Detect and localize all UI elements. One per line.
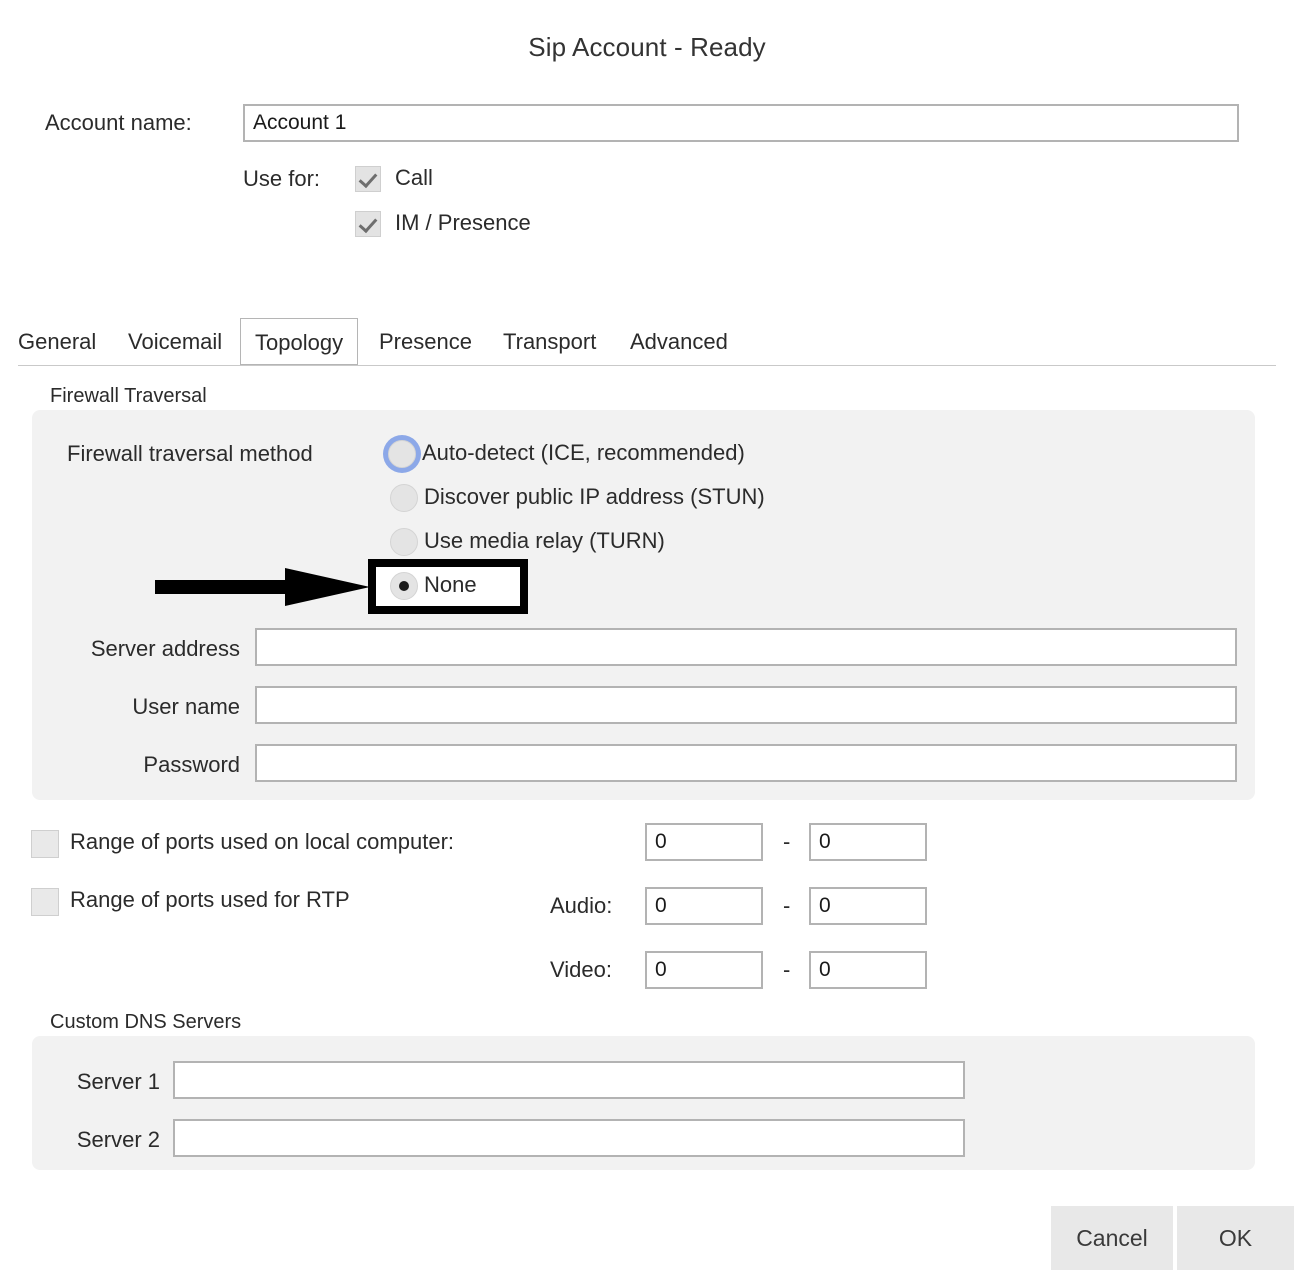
audio-label: Audio:: [550, 893, 613, 918]
radio-auto-detect-icon[interactable]: [388, 440, 416, 468]
user-name-label: User name: [132, 694, 240, 719]
checkbox-im-presence-icon[interactable]: [355, 211, 381, 237]
video-port-to-input[interactable]: [809, 951, 927, 989]
user-name-input[interactable]: [255, 686, 1237, 724]
radio-none-label: None: [424, 572, 477, 597]
radio-auto-detect-label: Auto-detect (ICE, recommended): [422, 440, 745, 465]
tab-topology[interactable]: Topology: [240, 318, 359, 365]
tab-separator-line: [18, 365, 1276, 366]
video-label: Video:: [550, 957, 612, 982]
radio-stun-icon[interactable]: [390, 484, 418, 512]
dns-server-2-label: Server 2: [76, 1127, 160, 1152]
annotation-arrow-icon: [155, 568, 370, 606]
tab-advanced[interactable]: Advanced: [630, 318, 728, 365]
checkbox-call-icon[interactable]: [355, 166, 381, 192]
audio-port-to-input[interactable]: [809, 887, 927, 925]
dns-server-1-input[interactable]: [173, 1061, 965, 1099]
local-port-dash: -: [783, 829, 791, 854]
video-port-dash: -: [783, 957, 791, 982]
radio-turn-label: Use media relay (TURN): [424, 528, 665, 553]
audio-port-dash: -: [783, 893, 791, 918]
firewall-method-label: Firewall traversal method: [67, 441, 313, 466]
radio-stun-label: Discover public IP address (STUN): [424, 484, 765, 509]
server-address-input[interactable]: [255, 628, 1237, 666]
firewall-traversal-caption: Firewall Traversal: [50, 385, 207, 407]
custom-dns-servers-caption: Custom DNS Servers: [50, 1011, 242, 1033]
password-input[interactable]: [255, 744, 1237, 782]
radio-turn-icon[interactable]: [390, 528, 418, 556]
rtp-port-range-label: Range of ports used for RTP: [70, 887, 350, 912]
account-name-input[interactable]: [243, 104, 1239, 142]
ok-button[interactable]: OK: [1177, 1206, 1294, 1270]
account-name-label: Account name:: [45, 110, 192, 135]
tab-presence[interactable]: Presence: [379, 318, 472, 365]
dns-server-1-label: Server 1: [76, 1069, 160, 1094]
radio-none-icon[interactable]: [390, 572, 418, 600]
tab-voicemail[interactable]: Voicemail: [128, 318, 222, 365]
page-title: Sip Account - Ready: [528, 32, 766, 62]
tab-bar: General Voicemail Topology Presence Tran…: [0, 318, 1294, 366]
use-for-im-presence-label: IM / Presence: [395, 210, 531, 235]
server-address-label: Server address: [90, 636, 240, 661]
checkbox-local-port-range[interactable]: [31, 830, 59, 858]
use-for-label: Use for:: [243, 166, 321, 191]
local-port-range-label: Range of ports used on local computer:: [70, 829, 455, 854]
video-port-from-input[interactable]: [645, 951, 763, 989]
dns-server-2-input[interactable]: [173, 1119, 965, 1157]
tab-transport[interactable]: Transport: [503, 318, 596, 365]
tab-general[interactable]: General: [18, 318, 96, 365]
account-name-row: Account name:: [0, 104, 1294, 142]
local-port-from-input[interactable]: [645, 823, 763, 861]
checkbox-rtp-port-range[interactable]: [31, 888, 59, 916]
local-port-to-input[interactable]: [809, 823, 927, 861]
audio-port-from-input[interactable]: [645, 887, 763, 925]
cancel-button[interactable]: Cancel: [1051, 1206, 1173, 1270]
password-label: Password: [143, 752, 240, 777]
use-for-call-label: Call: [395, 165, 433, 190]
